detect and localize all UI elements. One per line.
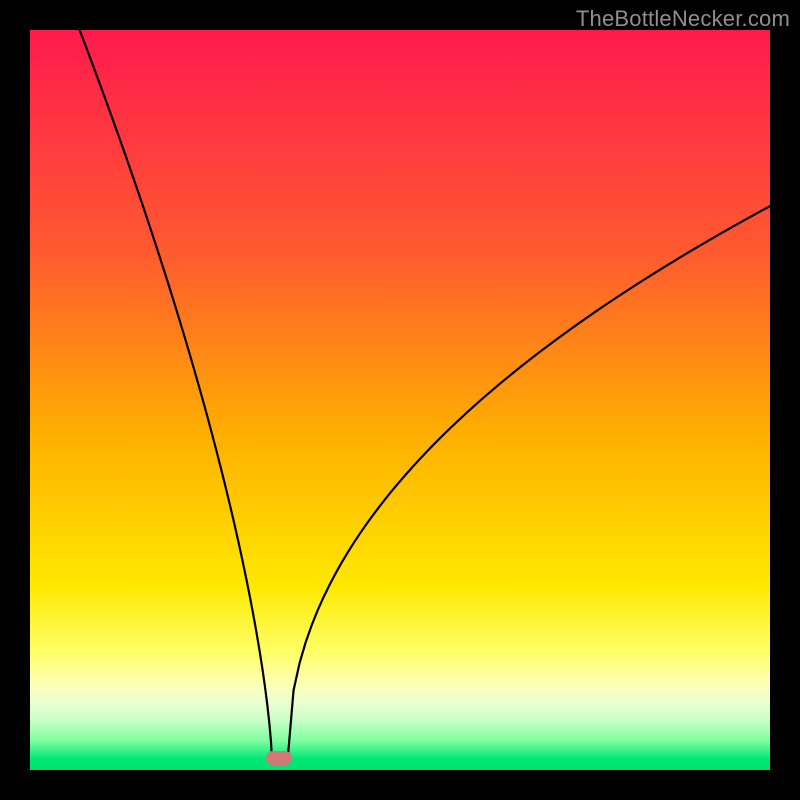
plot-area (30, 30, 770, 770)
chart-frame: TheBottleNecker.com (0, 0, 800, 800)
watermark-text: TheBottleNecker.com (576, 6, 790, 32)
bottleneck-curve (30, 30, 770, 770)
optimal-point-marker (266, 751, 292, 765)
